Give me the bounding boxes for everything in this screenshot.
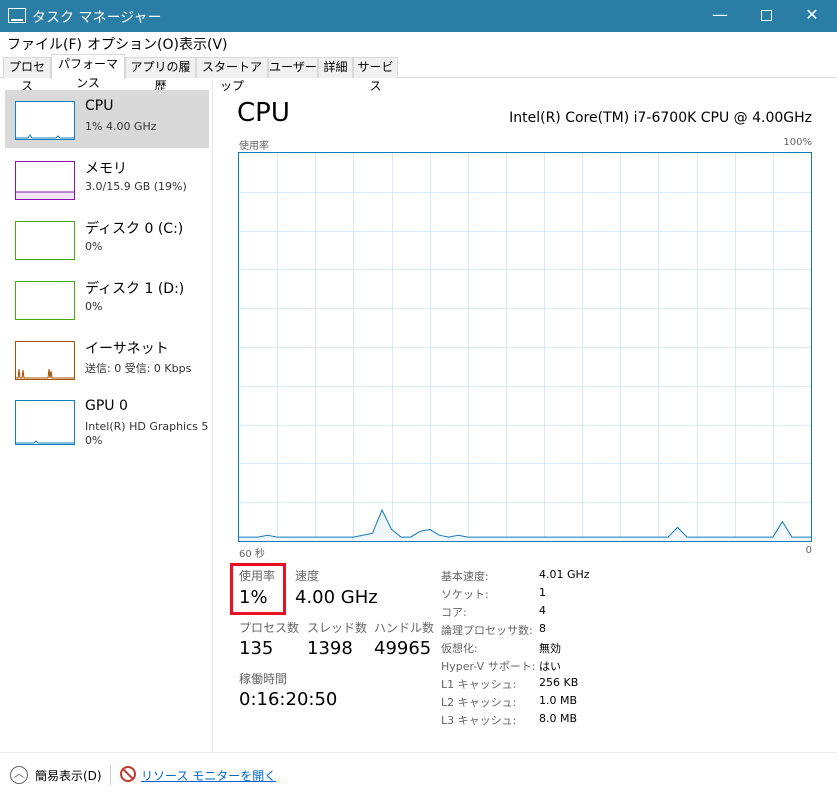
cpu-model: Intel(R) Core(TM) i7-6700K CPU @ 4.00GHz [509,110,812,126]
memory-thumbnail [15,161,75,200]
close-button[interactable]: ✕ [789,0,835,32]
tab-performance[interactable]: パフォーマンス [51,54,125,90]
min-axis-label: 0 [805,545,812,556]
resource-item-cpu[interactable]: CPU 1% 4.00 GHz [5,90,209,148]
menu-options[interactable]: オプション(O) [87,34,179,54]
l3-cache-label: L3 キャッシュ: [441,714,517,727]
tab-app-history[interactable]: アプリの履歴 [125,57,196,93]
tab-bar: プロセス パフォーマンス アプリの履歴 スタートアップ ユーザー 詳細 サービス [0,54,837,93]
l1-cache-value: 256 KB [539,676,579,689]
resource-name: ディスク 0 (C:) [85,221,184,237]
resource-item-memory[interactable]: メモリ 3.0/15.9 GB (19%) [5,150,209,208]
disk-0-thumbnail [15,221,75,260]
cpu-thumbnail-graph [16,134,74,139]
ethernet-thumbnail [15,341,75,380]
sockets-label: ソケット: [441,588,489,601]
sockets-value: 1 [539,586,546,599]
time-axis-label: 60 秒 [239,549,265,560]
task-manager-icon [8,8,26,23]
cpu-usage-area [239,510,811,541]
resource-detail: 1% 4.00 GHz [85,120,157,133]
resource-item-gpu[interactable]: GPU 0 Intel(R) HD Graphics 530 0% [5,390,209,448]
disk-1-thumbnail [15,281,75,320]
minimize-button[interactable]: — [697,0,743,32]
tab-users[interactable]: ユーザー [268,57,318,78]
page-title: CPU [237,98,290,128]
max-axis-label: 100% [783,137,812,148]
l2-cache-value: 1.0 MB [539,694,578,707]
uptime-value: 0:16:20:50 [239,689,338,710]
gpu-thumbnail [15,400,75,445]
l3-cache-value: 8.0 MB [539,712,578,725]
virtualization-label: 仮想化: [441,642,478,655]
threads-value: 1398 [307,638,353,659]
title-bar: タスク マネージャー — ✕ [0,0,837,32]
usage-axis-label: 使用率 [239,141,269,152]
ethernet-thumbnail-graph [16,368,74,379]
resource-detail-2: 0% [85,434,103,447]
tab-processes[interactable]: プロセス [3,57,51,93]
logical-processors-value: 8 [539,622,546,635]
resource-detail: 0% [85,240,103,253]
cpu-usage-chart [239,153,811,541]
logical-processors-label: 論理プロセッサ数: [441,624,533,637]
menu-view[interactable]: 表示(V) [179,34,228,54]
gpu-thumbnail-graph [16,440,74,444]
resource-item-disk-1[interactable]: ディスク 1 (D:) 0% [5,270,209,328]
cpu-usage-line [239,508,811,538]
chevron-up-icon[interactable]: ︿ [10,766,28,784]
l1-cache-label: L1 キャッシュ: [441,678,517,691]
resource-item-ethernet[interactable]: イーサネット 送信: 0 受信: 0 Kbps [5,330,209,388]
threads-label: スレッド数 [307,621,368,635]
base-speed-value: 4.01 GHz [539,568,590,581]
usage-label: 使用率 [239,569,276,583]
menu-file[interactable]: ファイル(F) [7,34,82,54]
cores-label: コア: [441,606,467,619]
window-title: タスク マネージャー [32,10,162,26]
menu-bar: ファイル(F) オプション(O) 表示(V) [0,32,837,54]
resource-detail: 3.0/15.9 GB (19%) [85,180,187,193]
resource-name: ディスク 1 (D:) [85,281,185,297]
virtualization-value: 無効 [539,642,561,655]
tab-services[interactable]: サービス [353,57,398,93]
handles-label: ハンドル数 [374,621,435,635]
tab-startup[interactable]: スタートアップ [196,57,268,93]
resource-detail: 0% [85,300,103,313]
speed-label: 速度 [295,569,320,583]
hyperv-label: Hyper-V サポート: [441,660,536,673]
uptime-label: 稼働時間 [239,672,288,686]
handles-value: 49965 [374,638,432,659]
open-resource-monitor-link[interactable]: リソース モニターを開く [141,767,276,784]
fewer-details-button[interactable]: 簡易表示(D) [35,767,102,784]
resource-name: CPU [85,98,114,114]
l2-cache-label: L2 キャッシュ: [441,696,517,709]
memory-thumbnail-graph [16,191,74,199]
resource-list: CPU 1% 4.00 GHz メモリ 3.0/15.9 GB (19%) ディ… [0,79,213,752]
footer-divider [110,765,111,785]
maximize-icon [760,10,772,21]
cores-value: 4 [539,604,546,617]
maximize-button[interactable] [743,0,789,32]
processes-value: 135 [239,638,274,659]
speed-value: 4.00 GHz [295,587,378,608]
hyperv-value: はい [539,660,561,673]
processes-label: プロセス数 [239,621,300,635]
cpu-thumbnail [15,101,75,140]
resource-monitor-icon [120,766,136,782]
resource-item-disk-0[interactable]: ディスク 0 (C:) 0% [5,210,209,268]
tab-details[interactable]: 詳細 [318,57,353,78]
base-speed-label: 基本速度: [441,570,489,583]
cpu-usage-graph [238,152,812,542]
footer: ︿ 簡易表示(D) リソース モニターを開く [0,752,837,798]
resource-detail: 送信: 0 受信: 0 Kbps [85,362,192,375]
resource-detail: Intel(R) HD Graphics 530 [85,420,209,433]
resource-name: イーサネット [85,341,169,357]
resource-name: メモリ [85,161,127,177]
resource-name: GPU 0 [85,398,128,414]
usage-value: 1% [239,587,268,608]
